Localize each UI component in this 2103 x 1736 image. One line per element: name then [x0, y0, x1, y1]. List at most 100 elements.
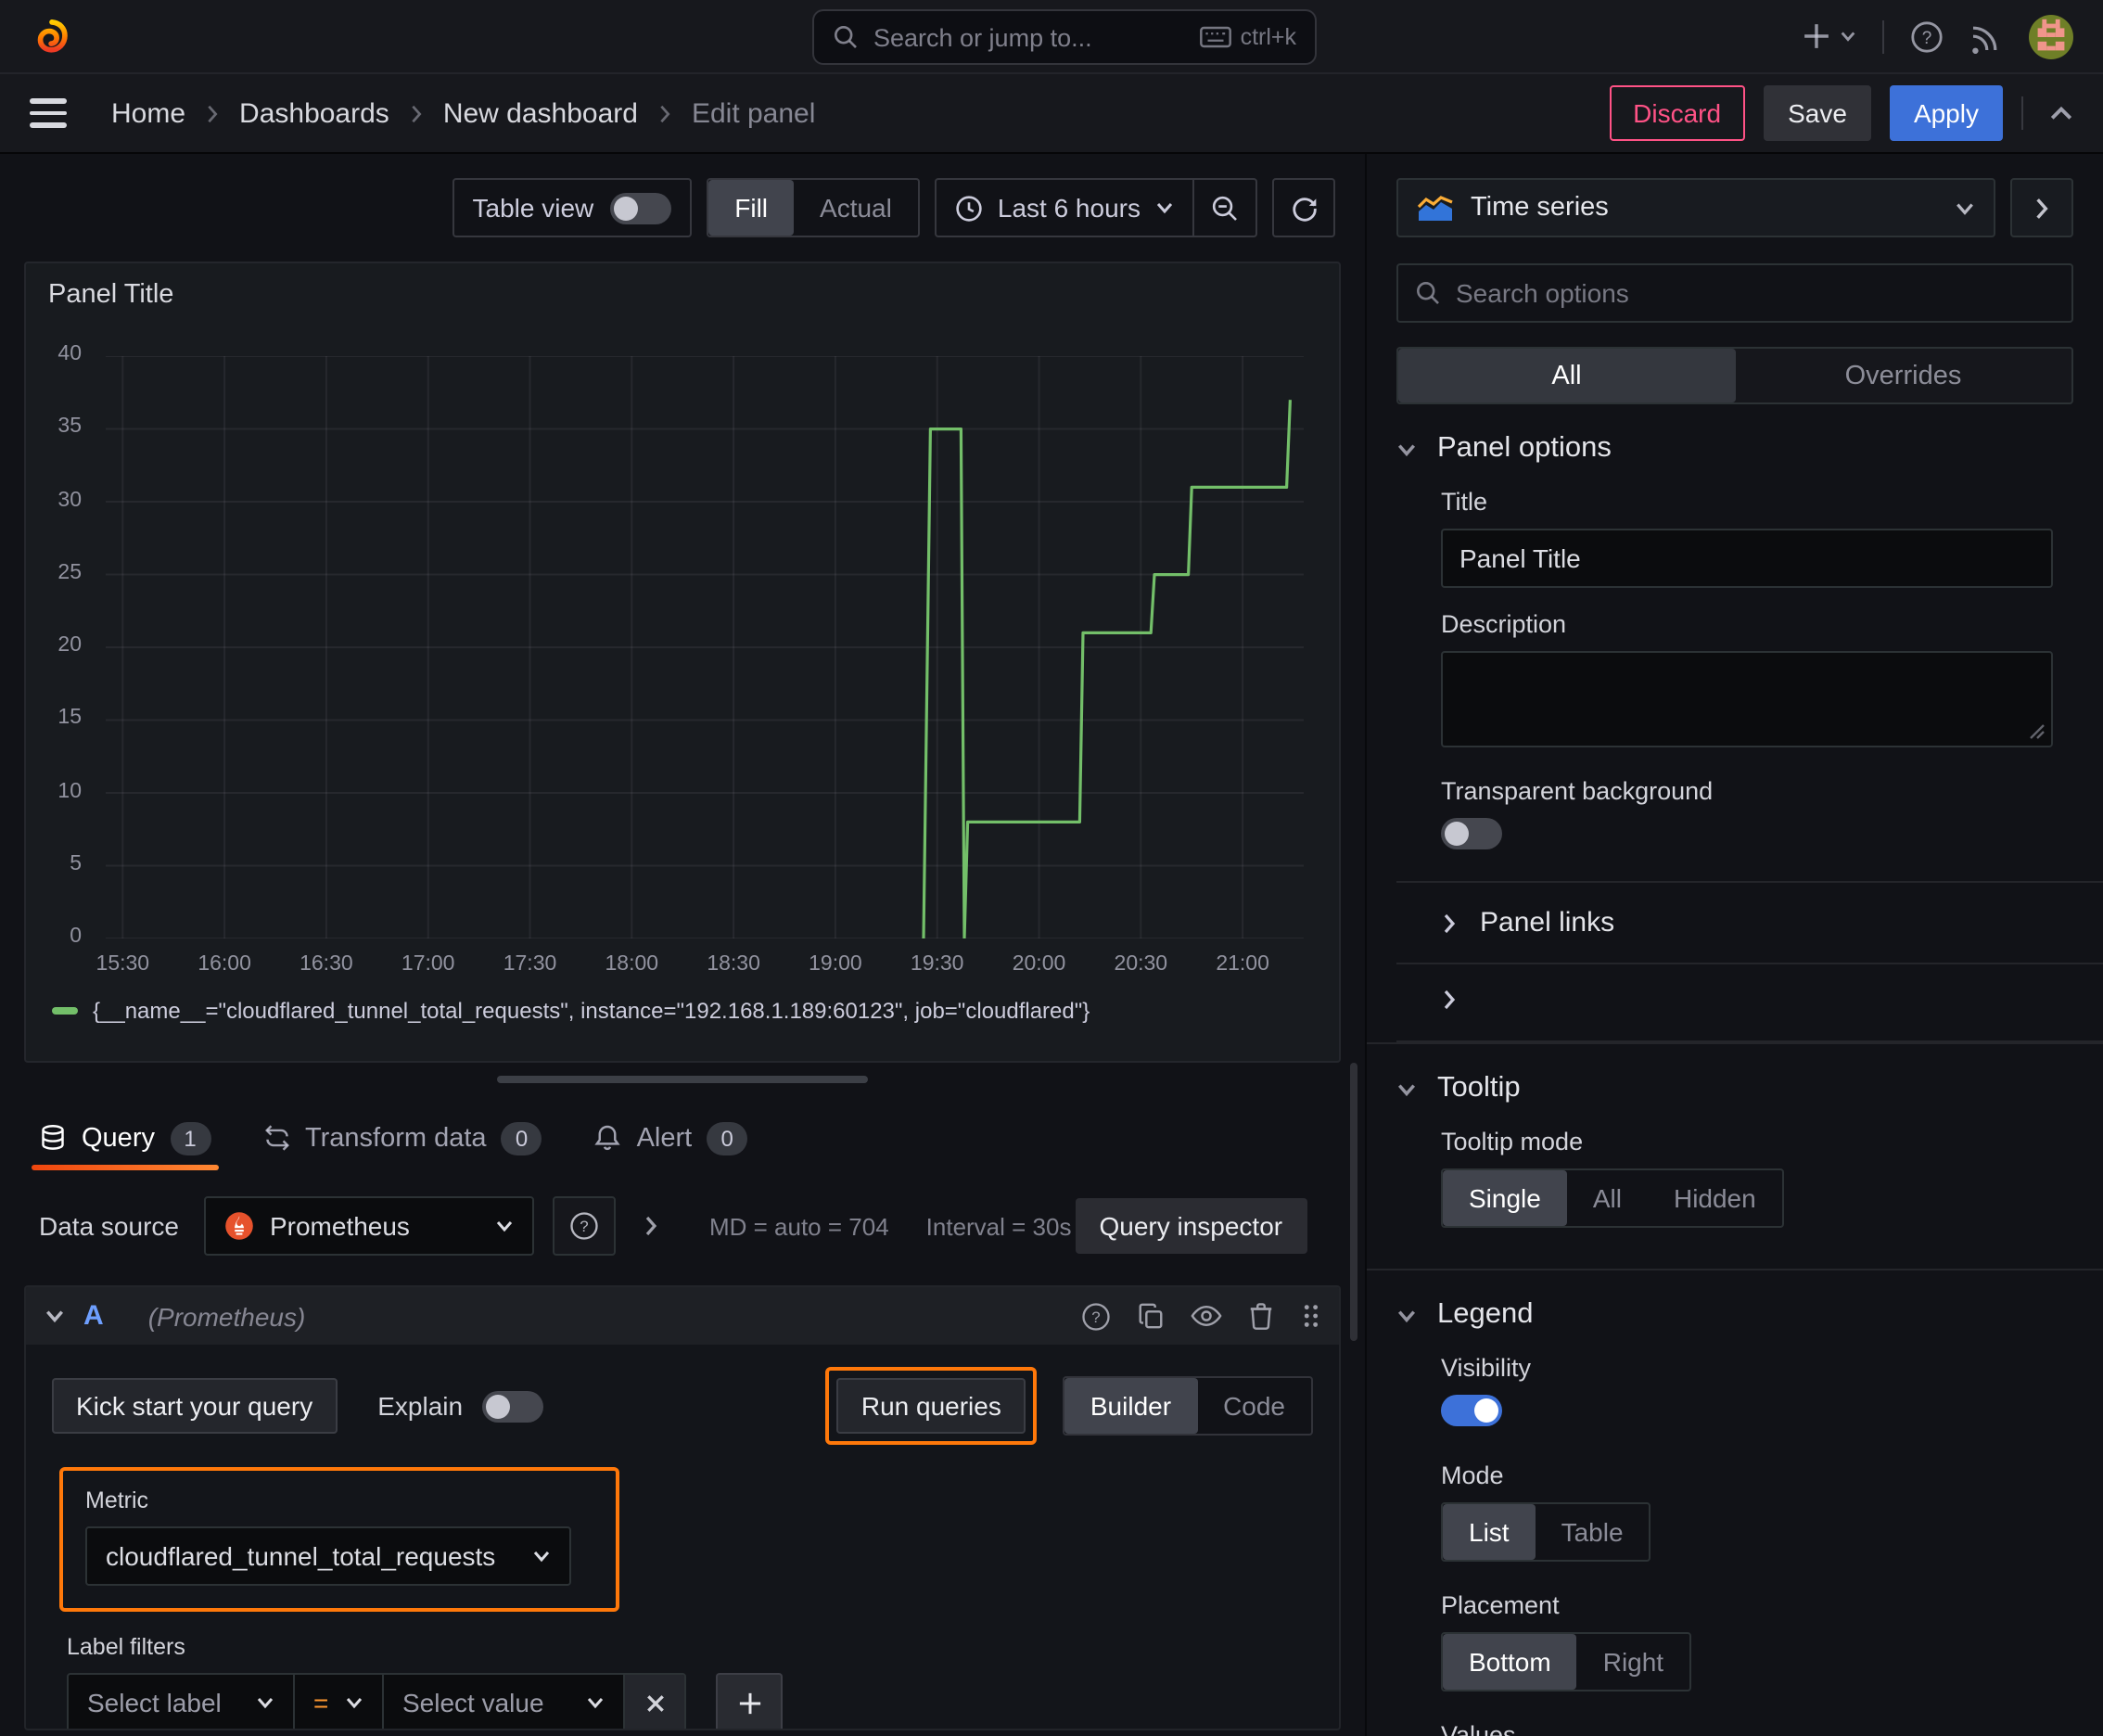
breadcrumb: Home Dashboards New dashboard Edit panel	[111, 97, 815, 129]
breadcrumb-dashboards[interactable]: Dashboards	[239, 97, 389, 129]
select-label-dropdown[interactable]: Select label	[69, 1675, 295, 1729]
hide-query-icon[interactable]	[1191, 1302, 1222, 1330]
query-editor: A (Prometheus) ? Kick start your query E…	[24, 1285, 1341, 1730]
panel-resize-handle[interactable]	[497, 1076, 868, 1083]
discard-button[interactable]: Discard	[1609, 85, 1746, 141]
filter-tab-overrides[interactable]: Overrides	[1735, 349, 2071, 402]
panel-links-section[interactable]: Panel links	[1396, 881, 2103, 963]
tooltip-mode-all[interactable]: All	[1567, 1170, 1648, 1226]
run-queries-button[interactable]: Run queries	[836, 1378, 1026, 1434]
question-circle-icon: ?	[1911, 20, 1943, 52]
drag-handle-icon[interactable]	[1300, 1302, 1320, 1330]
legend-section-header[interactable]: Legend	[1396, 1298, 2073, 1332]
actual-mode-button[interactable]: Actual	[794, 180, 918, 236]
bell-icon	[594, 1125, 621, 1151]
clock-icon	[956, 195, 982, 221]
legend-placement-bottom[interactable]: Bottom	[1443, 1634, 1577, 1690]
tab-transform-data[interactable]: Transform data 0	[262, 1105, 542, 1170]
legend-visibility-toggle[interactable]	[1441, 1395, 1502, 1426]
tooltip-mode-label: Tooltip mode	[1441, 1128, 1584, 1155]
query-options-expand-icon[interactable]	[643, 1215, 661, 1237]
query-help-icon[interactable]: ?	[1081, 1301, 1111, 1331]
grafana-logo[interactable]	[30, 14, 74, 58]
x-axis-tick-label: 17:30	[503, 953, 557, 976]
x-axis-tick-label: 21:00	[1216, 953, 1269, 976]
repeat-options-section[interactable]	[1396, 963, 2103, 1042]
tooltip-mode-single[interactable]: Single	[1443, 1170, 1567, 1226]
chevron-down-icon	[497, 1221, 514, 1232]
add-filter-button[interactable]	[716, 1673, 783, 1729]
legend-placement-right[interactable]: Right	[1577, 1634, 1689, 1690]
new-menu-button[interactable]	[1803, 22, 1856, 50]
help-button[interactable]: ?	[1910, 19, 1944, 53]
query-inspector-button[interactable]: Query inspector	[1075, 1198, 1307, 1254]
time-zoom-out-button[interactable]	[1192, 180, 1255, 236]
search-input[interactable]: Search or jump to... ctrl+k	[812, 9, 1317, 65]
y-axis-tick-label: 30	[57, 489, 82, 511]
transparent-background-toggle[interactable]	[1441, 818, 1502, 849]
prometheus-icon	[226, 1212, 254, 1240]
metric-select[interactable]: cloudflared_tunnel_total_requests	[85, 1526, 571, 1586]
user-avatar[interactable]	[2029, 14, 2073, 58]
tooltip-section-header[interactable]: Tooltip	[1396, 1072, 2073, 1105]
duplicate-query-icon[interactable]	[1137, 1302, 1165, 1330]
select-value-dropdown[interactable]: Select value	[384, 1675, 625, 1729]
label-filters-block: Label filters Select label = Select valu…	[67, 1634, 1313, 1729]
tab-alert-count: 0	[707, 1121, 748, 1155]
apply-button[interactable]: Apply	[1889, 85, 2003, 141]
chart-legend[interactable]: {__name__="cloudflared_tunnel_total_requ…	[52, 998, 1090, 1024]
description-field[interactable]	[1441, 651, 2053, 747]
x-axis-tick-label: 18:30	[707, 953, 760, 976]
explain-toggle[interactable]	[481, 1390, 543, 1422]
remove-filter-button[interactable]	[625, 1675, 684, 1729]
metric-select-highlight: Metric cloudflared_tunnel_total_requests	[59, 1467, 619, 1612]
breadcrumb-edit-panel: Edit panel	[691, 97, 816, 129]
delete-query-icon[interactable]	[1248, 1302, 1274, 1330]
panel-options-header[interactable]: Panel options	[1396, 432, 2073, 466]
datasource-row: Data source Prometheus ? MD = auto = 704…	[24, 1196, 1341, 1256]
actions-divider	[2021, 96, 2023, 130]
breadcrumb-new-dashboard[interactable]: New dashboard	[443, 97, 638, 129]
query-row-header[interactable]: A (Prometheus) ?	[26, 1287, 1339, 1345]
legend-mode-table[interactable]: Table	[1536, 1504, 1650, 1560]
time-series-chart[interactable]	[106, 356, 1304, 938]
kick-start-query-button[interactable]: Kick start your query	[52, 1378, 338, 1434]
mega-menu-button[interactable]	[30, 91, 74, 135]
news-button[interactable]	[1969, 19, 2003, 53]
panel-title-field[interactable]	[1441, 529, 2053, 588]
chevron-down-icon	[257, 1698, 274, 1709]
time-range-button[interactable]: Last 6 hours	[937, 180, 1192, 236]
tab-query[interactable]: Query 1	[32, 1105, 217, 1170]
tooltip-mode-hidden[interactable]: Hidden	[1648, 1170, 1782, 1226]
datasource-help-button[interactable]: ?	[553, 1196, 617, 1256]
left-section-scrollbar[interactable]	[1350, 1063, 1357, 1341]
svg-text:?: ?	[580, 1218, 589, 1235]
table-view-toggle[interactable]	[610, 192, 672, 223]
fill-mode-button[interactable]: Fill	[708, 180, 795, 236]
tab-query-count: 1	[170, 1121, 210, 1155]
refresh-button[interactable]	[1272, 178, 1335, 237]
builder-mode-button[interactable]: Builder	[1064, 1378, 1198, 1434]
breadcrumb-separator-icon	[656, 103, 673, 123]
datasource-label: Data source	[39, 1211, 179, 1241]
collapse-header-button[interactable]	[2049, 101, 2073, 125]
x-axis-tick-label: 17:00	[401, 953, 455, 976]
chevron-down-icon	[1396, 439, 1417, 459]
panel-options-title: Panel options	[1437, 432, 1612, 464]
tab-alert[interactable]: Alert 0	[594, 1105, 748, 1170]
legend-mode-list[interactable]: List	[1443, 1504, 1536, 1560]
plus-icon	[738, 1691, 760, 1714]
visualization-picker[interactable]: Time series	[1396, 178, 1995, 237]
save-button[interactable]: Save	[1764, 85, 1871, 141]
query-ref-id[interactable]: A	[83, 1300, 104, 1332]
visualization-name: Time series	[1471, 193, 1609, 223]
datasource-picker[interactable]: Prometheus	[204, 1196, 535, 1256]
collapse-options-pane-button[interactable]	[2010, 178, 2073, 237]
options-search-input[interactable]: Search options	[1396, 263, 2073, 323]
operator-dropdown[interactable]: =	[295, 1675, 384, 1729]
code-mode-button[interactable]: Code	[1197, 1378, 1311, 1434]
breadcrumb-home[interactable]: Home	[111, 97, 185, 129]
legend-mode-label: Mode	[1441, 1462, 1504, 1489]
filter-tab-all[interactable]: All	[1398, 349, 1735, 402]
y-axis-tick-label: 25	[57, 561, 82, 584]
